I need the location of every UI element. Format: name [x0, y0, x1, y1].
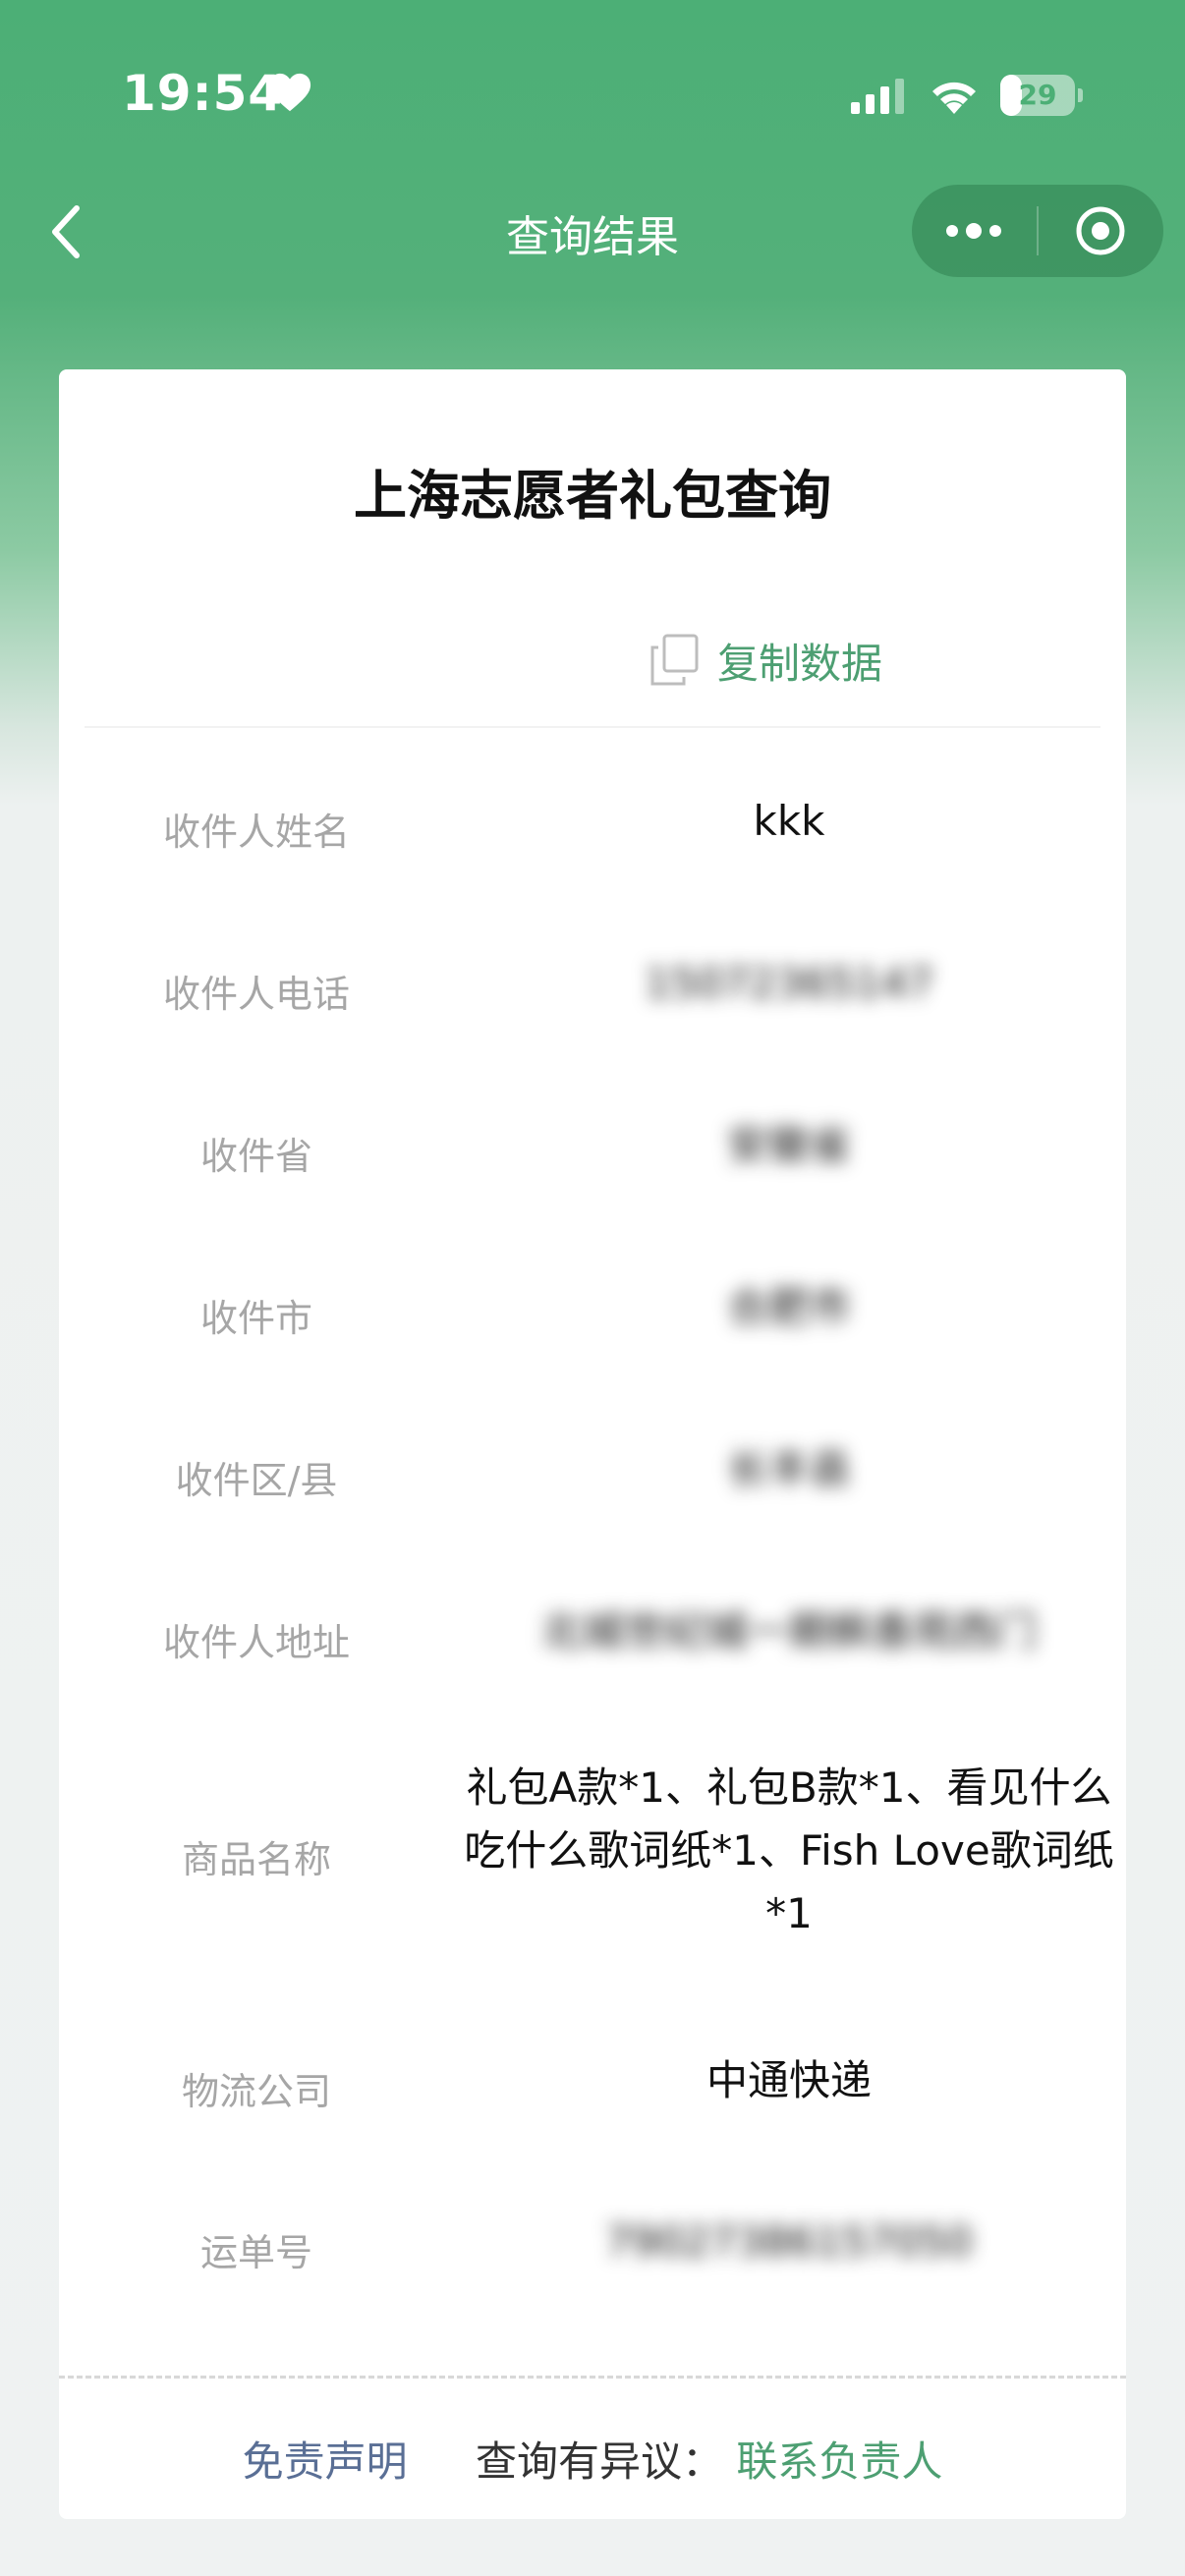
field-label: 收件市 [199, 1297, 312, 1340]
heart-icon [268, 73, 311, 112]
field-label: 收件区/县 [175, 1459, 338, 1502]
card-footer: 免责声明 查询有异议： 联系负责人 [59, 2429, 1126, 2489]
field-value: 北城世纪城一期枫香苑西门 [540, 1607, 1037, 1655]
field-value: 长丰县 [726, 1445, 851, 1493]
row-tracking-number: 运单号 79027386157050 [59, 2195, 1126, 2289]
field-value: kkk [753, 797, 825, 845]
field-value: 15072365147 [645, 959, 933, 1007]
field-label: 商品名称 [181, 1838, 331, 1881]
battery-icon: 29 [1000, 75, 1083, 116]
result-card: 上海志愿者礼包查询 复制数据 收件人姓名 kkk 收件人电话 150723651… [59, 369, 1126, 2519]
copy-data-label: 复制数据 [717, 639, 883, 688]
field-label: 收件人地址 [162, 1621, 350, 1664]
row-recipient-name: 收件人姓名 kkk [59, 774, 1126, 868]
row-logistics-company: 物流公司 中通快递 [59, 2034, 1126, 2128]
field-label: 收件省 [199, 1135, 312, 1178]
contact-manager-link[interactable]: 联系负责人 [736, 2437, 942, 2486]
field-value: 中通快递 [705, 2056, 872, 2104]
row-product-name: 商品名称 礼包A款*1、礼包B款*1、看见什么吃什么歌词纸*1、Fish Lov… [59, 1745, 1126, 1961]
copy-data-button[interactable]: 复制数据 [649, 629, 882, 692]
field-label: 收件人姓名 [162, 811, 350, 854]
more-dots-icon[interactable] [941, 206, 1006, 255]
battery-level: 29 [1018, 79, 1057, 111]
row-province: 收件省 安徽省 [59, 1098, 1126, 1193]
row-city: 收件市 合肥市 [59, 1260, 1126, 1355]
footer-divider [59, 2376, 1126, 2379]
query-dispute-text: 查询有异议： [475, 2437, 723, 2486]
signal-icon [851, 79, 904, 114]
card-title: 上海志愿者礼包查询 [354, 465, 831, 527]
row-address: 收件人地址 北城世纪城一期枫香苑西门 [59, 1585, 1126, 1679]
copy-icon [650, 634, 699, 686]
mini-program-capsule [912, 185, 1163, 277]
wifi-icon [932, 82, 976, 114]
disclaimer-link[interactable]: 免责声明 [243, 2437, 408, 2486]
field-label: 收件人电话 [162, 973, 350, 1016]
field-value: 安徽省 [726, 1121, 851, 1169]
field-value: 合肥市 [726, 1283, 851, 1331]
row-district: 收件区/县 长丰县 [59, 1423, 1126, 1517]
target-icon[interactable] [1074, 204, 1127, 257]
status-time: 19:54 [122, 65, 284, 122]
row-recipient-phone: 收件人电话 15072365147 [59, 936, 1126, 1031]
field-value: 79027386157050 [604, 2217, 974, 2266]
status-bar: 19:54 29 [0, 0, 1185, 187]
field-label: 运单号 [199, 2231, 312, 2274]
field-label: 物流公司 [181, 2070, 331, 2113]
header-divider [85, 726, 1100, 728]
field-value: 礼包A款*1、礼包B款*1、看见什么吃什么歌词纸*1、Fish Love歌词纸*… [464, 1764, 1114, 1937]
capsule-divider [1037, 206, 1039, 255]
